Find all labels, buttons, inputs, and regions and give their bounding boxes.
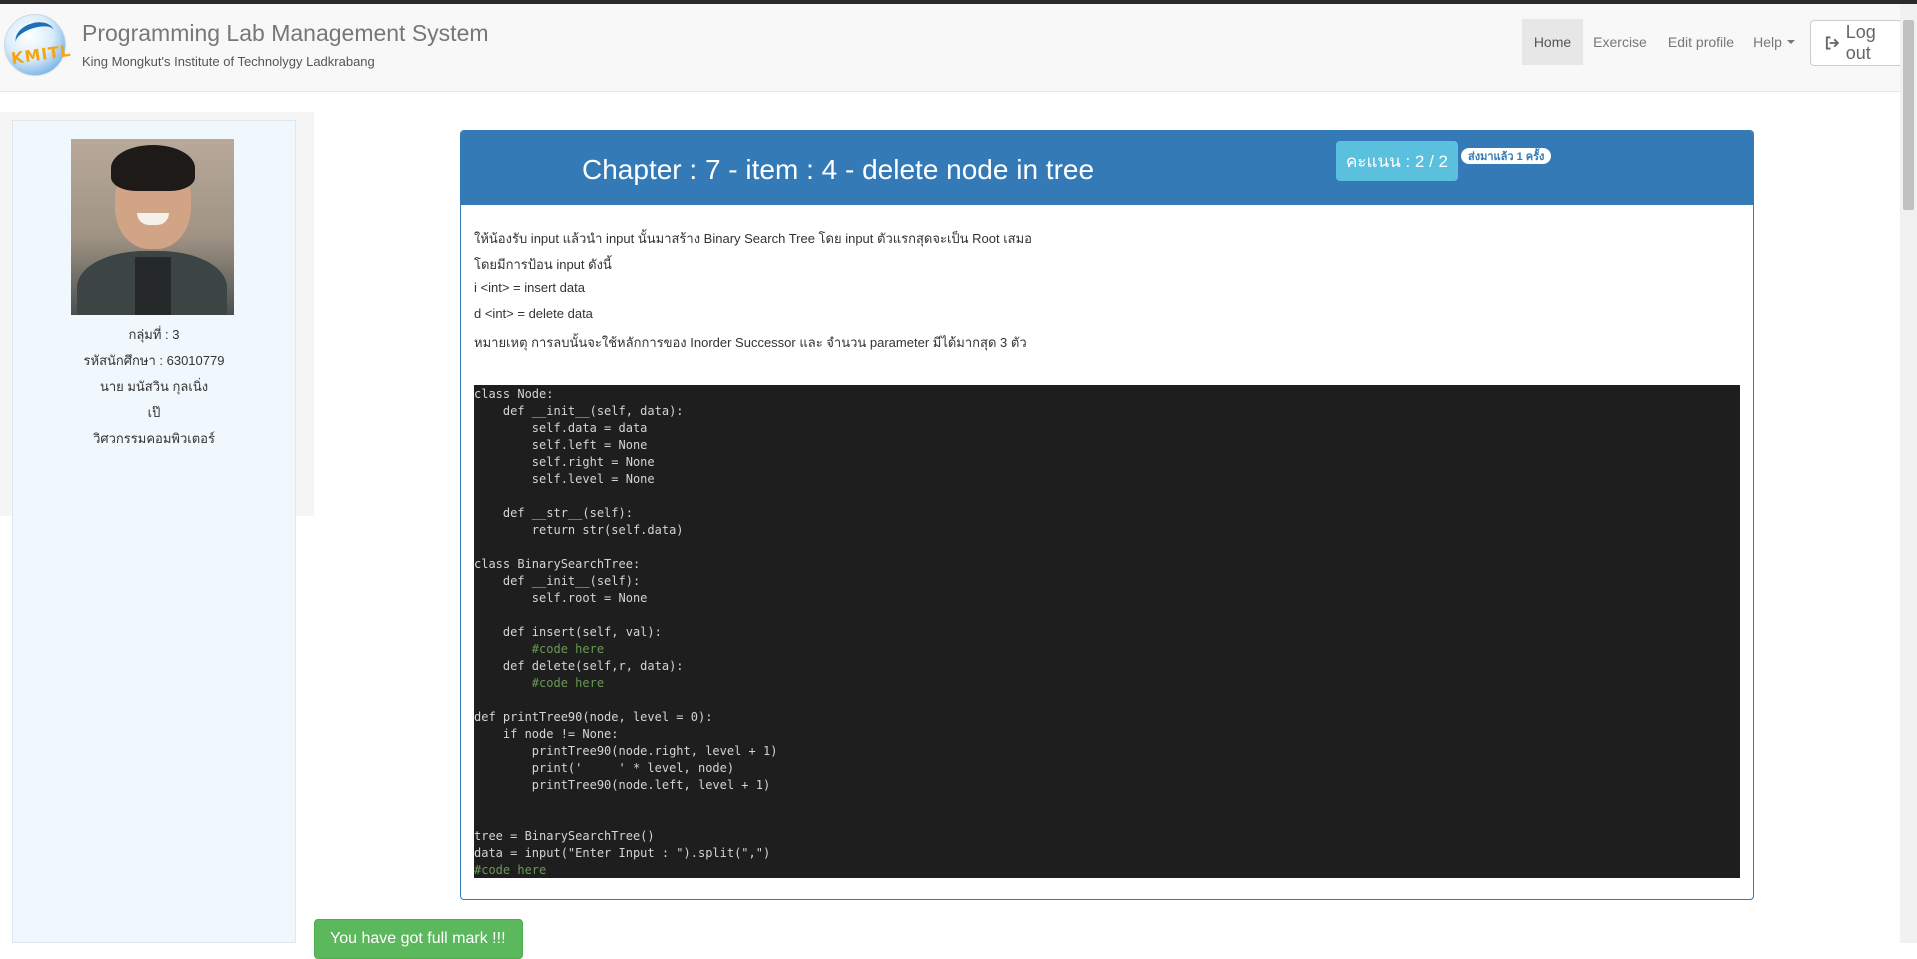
app-subtitle: King Mongkut's Institute of Technolygy L…: [82, 54, 375, 69]
exercise-title: Chapter : 7 - item : 4 - delete node in …: [582, 154, 1095, 185]
code-line: self.level = None: [474, 472, 655, 486]
code-line: self.left = None: [474, 438, 648, 452]
code-line: self.root = None: [474, 591, 648, 605]
photo-shirt: [135, 257, 171, 315]
submission-count-badge: ส่งมาแล้ว 1 ครั้ง: [1461, 148, 1552, 164]
code-line: if node != None:: [474, 727, 619, 741]
code-comment: #code here: [474, 863, 547, 877]
code-line: def insert(self, val):: [474, 625, 662, 639]
code-line: class Node:: [474, 387, 554, 401]
code-line: def __str__(self):: [474, 506, 633, 520]
nav-home[interactable]: Home: [1522, 19, 1583, 65]
nav-exercise-label: Exercise: [1593, 34, 1647, 50]
nav-home-label: Home: [1533, 34, 1572, 50]
logout-icon: [1825, 36, 1840, 50]
code-line: def __init__(self, data):: [474, 404, 684, 418]
code-line: self.right = None: [474, 455, 655, 469]
code-line: def printTree90(node, level = 0):: [474, 710, 713, 724]
code-line: print(' ' * level, node): [474, 761, 735, 775]
page-scrollbar[interactable]: [1900, 4, 1917, 943]
score-badge: คะแนน : 2 / 2: [1336, 141, 1458, 181]
code-line: def delete(self,r, data):: [474, 659, 684, 673]
student-name: นาย มนัสวิน กุลเนิ่ง: [99, 379, 209, 394]
photo-hair: [111, 145, 195, 191]
caret-down-icon: [1786, 40, 1795, 44]
nav-exercise[interactable]: Exercise: [1586, 19, 1654, 65]
student-department: วิศวกรรมคอมพิวเตอร์: [93, 431, 215, 446]
code-line: data = input("Enter Input : ").split(","…: [474, 846, 771, 860]
description-line: ให้น้องรับ input แล้วนำ input นั้นมาสร้า…: [474, 231, 1032, 246]
description-note: หมายเหตุ การลบนั้นจะใช้หลักการของ Inorde…: [474, 335, 1027, 350]
code-block: [474, 385, 1740, 878]
profile-photo: [71, 139, 234, 315]
student-group: กลุ่มที่ : 3: [128, 327, 180, 342]
code-comment: #code here: [474, 676, 605, 690]
student-nickname: เป๊: [147, 405, 161, 420]
navbar: KMITL Programming Lab Management System …: [0, 4, 1902, 92]
code-line: tree = BinarySearchTree(): [474, 829, 655, 843]
nav-edit-profile-label: Edit profile: [1667, 34, 1735, 50]
code-line: printTree90(node.left, level + 1): [474, 778, 771, 792]
logout-button[interactable]: Log out: [1810, 20, 1902, 66]
code-line: return str(self.data): [474, 523, 684, 537]
scrollbar-thumb[interactable]: [1903, 20, 1914, 210]
full-mark-alert: You have got full mark !!!: [314, 919, 523, 959]
code-line: def __init__(self):: [474, 574, 641, 588]
nav-edit-profile[interactable]: Edit profile: [1664, 19, 1738, 65]
code-comment: #code here: [474, 642, 605, 656]
kmitl-logo[interactable]: KMITL: [4, 14, 72, 76]
logout-label: Log out: [1845, 22, 1876, 63]
nav-help-dropdown[interactable]: Help: [1748, 19, 1800, 65]
description-line: i <int> = insert data: [474, 280, 585, 295]
code-line: class BinarySearchTree:: [474, 557, 641, 571]
nav-help-label: Help: [1753, 34, 1782, 50]
code-line: printTree90(node.right, level + 1): [474, 744, 778, 758]
description-line: d <int> = delete data: [474, 306, 593, 321]
app-title[interactable]: Programming Lab Management System: [82, 20, 489, 47]
description-line: โดยมีการป้อน input ดังนี้: [474, 257, 612, 272]
student-id: รหัสนักศึกษา : 63010779: [83, 353, 225, 368]
code-line: self.data = data: [474, 421, 648, 435]
